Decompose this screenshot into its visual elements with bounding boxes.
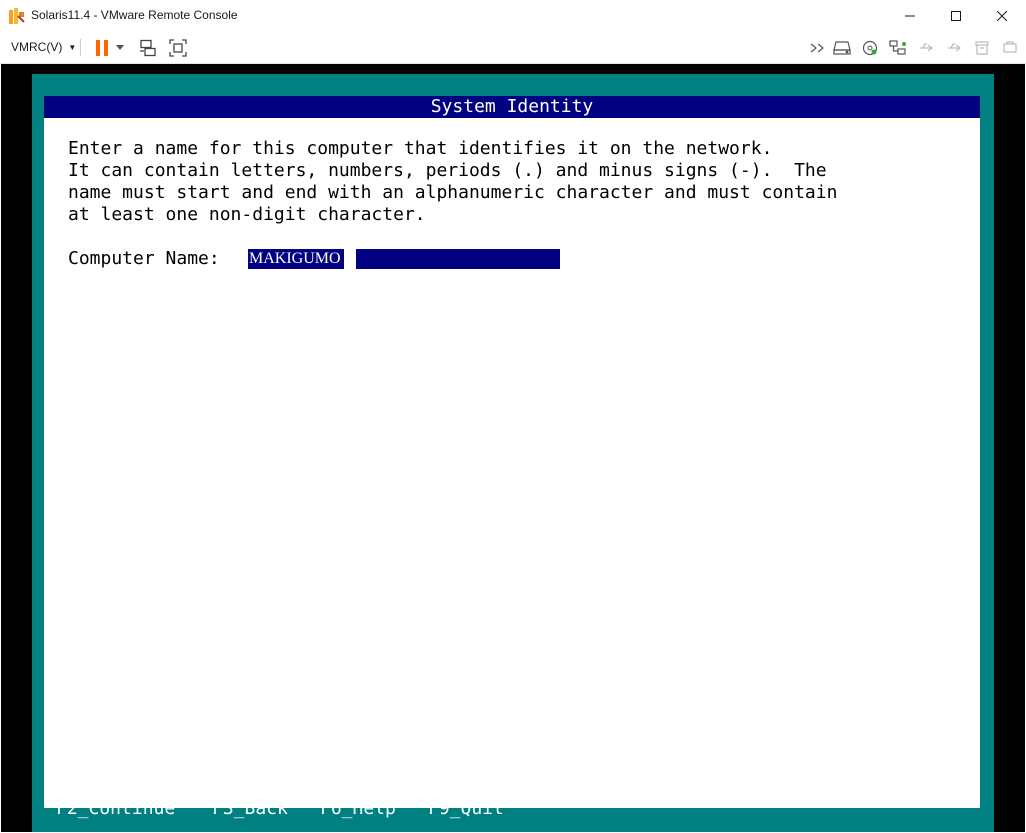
computer-name-input[interactable]: MAKIGUMO bbox=[248, 249, 344, 269]
computer-name-label: Computer Name: bbox=[68, 248, 220, 269]
instructions-line: Enter a name for this computer that iden… bbox=[68, 138, 773, 159]
send-keys-icon bbox=[810, 42, 826, 54]
maximize-button[interactable] bbox=[933, 0, 979, 32]
instructions-line: name must start and end with an alphanum… bbox=[68, 182, 838, 203]
hard-disk-icon bbox=[833, 41, 851, 55]
chevron-down-icon: ▼ bbox=[68, 42, 77, 52]
vm-console-screen[interactable]: System Identity Enter a name for this co… bbox=[1, 64, 1025, 832]
window-title: Solaris11.4 - VMware Remote Console bbox=[31, 8, 238, 22]
instructions-line: It can contain letters, numbers, periods… bbox=[68, 160, 827, 181]
more-devices-button[interactable] bbox=[1000, 38, 1020, 58]
usb-button-2[interactable] bbox=[944, 38, 964, 58]
usb-icon-2 bbox=[946, 41, 962, 55]
close-button[interactable] bbox=[979, 0, 1025, 32]
vmrc-menu-button[interactable]: VMRC(V) ▼ bbox=[11, 38, 76, 56]
toolbar: VMRC(V) ▼ bbox=[0, 32, 1026, 64]
computer-name-input-remaining[interactable] bbox=[356, 249, 560, 269]
title-bar: Solaris11.4 - VMware Remote Console bbox=[0, 0, 1026, 32]
cd-dvd-button[interactable] bbox=[860, 38, 880, 58]
maximize-icon bbox=[951, 11, 961, 21]
fullscreen-button[interactable] bbox=[168, 38, 188, 58]
usb-icon bbox=[918, 41, 934, 55]
minimize-icon bbox=[905, 11, 915, 21]
pause-button[interactable] bbox=[92, 38, 112, 58]
vmware-remote-console-icon bbox=[8, 7, 26, 25]
network-button[interactable] bbox=[888, 38, 908, 58]
f3-back-key[interactable]: F3_Back bbox=[212, 798, 288, 820]
toolbar-divider bbox=[80, 39, 81, 56]
hard-disk-button[interactable] bbox=[832, 38, 852, 58]
send-keys-button[interactable] bbox=[808, 38, 828, 58]
f9-quit-key[interactable]: F9_Quit bbox=[428, 798, 504, 820]
close-icon bbox=[997, 11, 1007, 21]
pause-dropdown-button[interactable] bbox=[114, 38, 126, 58]
instructions-text: Enter a name for this computer that iden… bbox=[68, 138, 837, 226]
removable-device-button[interactable] bbox=[972, 38, 992, 58]
vmrc-menu-label: VMRC(V) bbox=[11, 40, 63, 54]
instructions-line: at least one non-digit character. bbox=[68, 204, 426, 225]
pause-icon bbox=[95, 39, 109, 57]
minimize-button[interactable] bbox=[887, 0, 933, 32]
installer-frame: System Identity Enter a name for this co… bbox=[32, 74, 994, 832]
usb-button[interactable] bbox=[916, 38, 936, 58]
send-ctrl-alt-del-icon bbox=[139, 39, 157, 57]
f6-help-key[interactable]: F6_Help bbox=[320, 798, 396, 820]
cd-dvd-icon bbox=[862, 40, 878, 56]
page-title: System Identity bbox=[44, 96, 980, 118]
send-ctrl-alt-del-button[interactable] bbox=[138, 38, 158, 58]
fullscreen-icon bbox=[169, 39, 187, 57]
removable-device-icon bbox=[975, 41, 989, 55]
f2-continue-key[interactable]: F2_Continue bbox=[56, 798, 175, 820]
pause-dropdown-icon bbox=[116, 45, 124, 51]
more-devices-icon bbox=[1003, 41, 1017, 55]
network-icon bbox=[889, 40, 907, 56]
